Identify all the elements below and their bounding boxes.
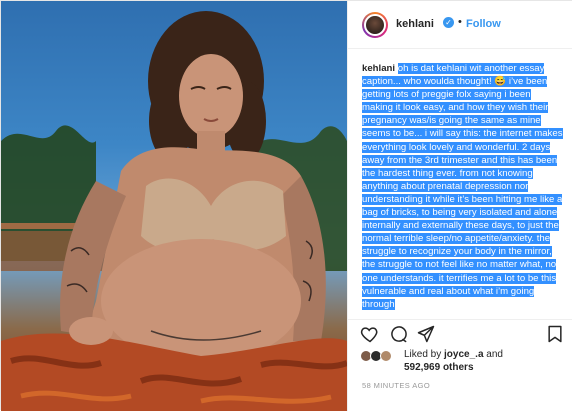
- likes-section: Liked by joyce_.a and 592,969 others: [360, 348, 565, 376]
- post-header: kehlani ✓ • Follow: [348, 1, 572, 49]
- instagram-post: kehlani ✓ • Follow kehlani oh is dat keh…: [0, 0, 572, 411]
- caption-text: oh is dat kehlani wit another essay capt…: [362, 63, 563, 310]
- comment-icon[interactable]: [389, 324, 409, 344]
- post-actions: [360, 324, 565, 346]
- photo-illustration: [1, 11, 347, 411]
- follow-button[interactable]: Follow: [466, 18, 501, 30]
- post-side-panel: kehlani ✓ • Follow kehlani oh is dat keh…: [347, 1, 572, 411]
- likes-first-user[interactable]: joyce_.a: [444, 349, 483, 360]
- post-timestamp[interactable]: 58 MINUTES AGO: [362, 381, 430, 390]
- heart-icon[interactable]: [360, 324, 380, 344]
- post-username[interactable]: kehlani: [396, 18, 434, 30]
- liker-avatar[interactable]: [380, 350, 392, 362]
- post-photo[interactable]: [1, 1, 347, 411]
- story-ring[interactable]: [362, 12, 388, 38]
- likes-text: Liked by joyce_.a and 592,969 others: [404, 349, 503, 374]
- post-caption: kehlani oh is dat kehlani wit another es…: [362, 62, 564, 320]
- avatar[interactable]: [364, 14, 386, 36]
- likes-conjunction: and: [486, 349, 503, 360]
- share-icon[interactable]: [416, 324, 436, 344]
- verified-badge-icon: ✓: [443, 17, 454, 28]
- divider: [348, 319, 572, 320]
- separator-dot: •: [458, 16, 462, 28]
- bookmark-icon[interactable]: [545, 324, 565, 344]
- likes-prefix: Liked by: [404, 349, 442, 360]
- likes-count[interactable]: 592,969: [404, 362, 440, 373]
- likes-suffix[interactable]: others: [443, 362, 474, 373]
- caption-username[interactable]: kehlani: [362, 63, 395, 74]
